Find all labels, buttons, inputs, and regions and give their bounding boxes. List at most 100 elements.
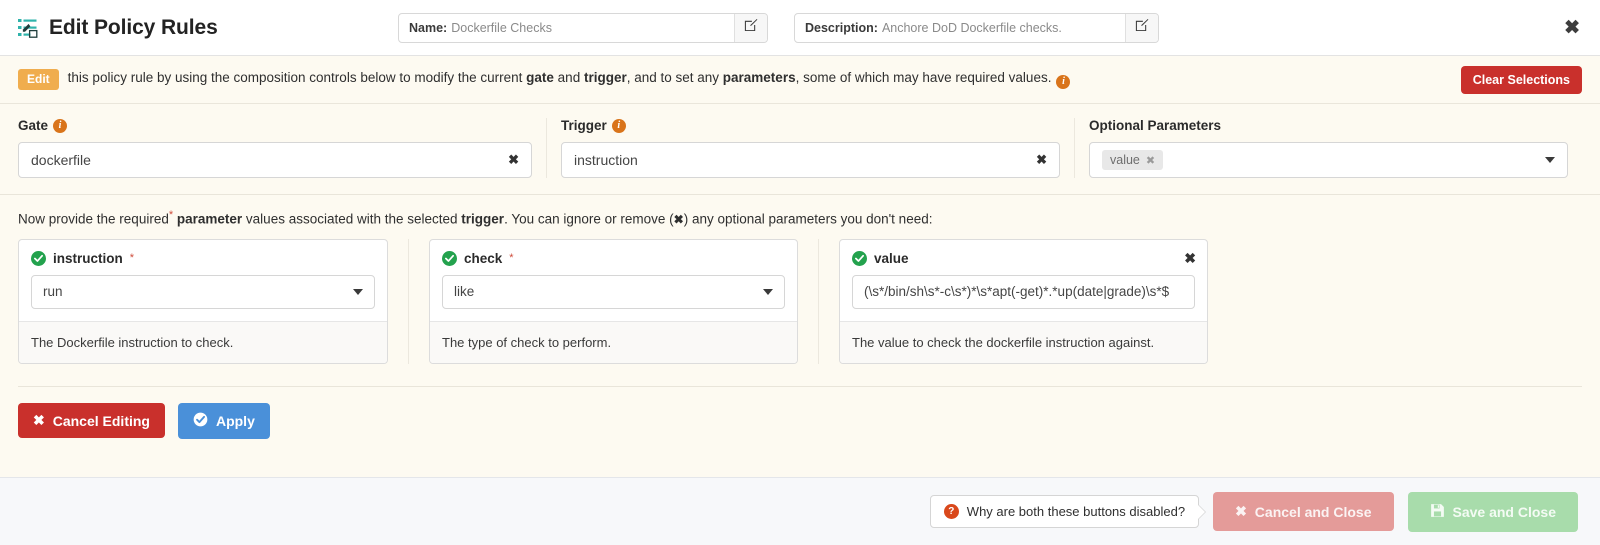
edit-policy-rules-page: Edit Policy Rules Name: Dockerfile Check… <box>0 0 1600 545</box>
edit-name-button[interactable] <box>734 13 767 42</box>
parameter-card-wrapper: value ✖ (\s*/bin/sh\s*-c\s*)*\s*apt(-get… <box>818 238 1228 364</box>
optional-parameters-chips: value ✖ <box>1102 150 1545 170</box>
apply-label: Apply <box>215 412 255 429</box>
param-intro-part2: values associated with the selected <box>242 211 462 227</box>
trigger-select[interactable]: instruction ✖ <box>561 142 1060 178</box>
trigger-value: instruction <box>574 152 638 168</box>
disabled-buttons-tooltip[interactable]: ? Why are both these buttons disabled? <box>929 495 1200 528</box>
header-fields: Name: Dockerfile Checks Description: Anc… <box>398 12 1159 43</box>
parameter-name: instruction <box>53 250 123 266</box>
required-star: * <box>509 252 514 264</box>
info-icon[interactable]: i <box>611 118 626 133</box>
chevron-down-icon[interactable] <box>763 288 773 295</box>
parameter-chip-label: value <box>1110 153 1140 167</box>
gate-value: dockerfile <box>31 152 91 168</box>
info-icon[interactable]: i <box>1056 75 1071 89</box>
optional-parameters-column: Optional Parameters value ✖ <box>1074 118 1582 178</box>
cancel-and-close-label: Cancel and Close <box>1254 503 1372 520</box>
cancel-and-close-button[interactable]: ✖ Cancel and Close <box>1213 492 1394 531</box>
param-intro-bold-trigger: trigger <box>461 211 505 227</box>
check-circle-icon <box>852 250 867 266</box>
value-text-input[interactable]: (\s*/bin/sh\s*-c\s*)*\s*apt(-get)*.*up(d… <box>852 274 1195 309</box>
list-edit-icon <box>18 18 40 38</box>
gate-label-row: Gate i <box>18 118 532 133</box>
gate-label: Gate <box>18 118 49 133</box>
parameter-card-wrapper: check * like The type of check to perfor… <box>408 238 818 364</box>
parameter-name: value <box>874 250 909 266</box>
policy-name-label: Name: <box>409 20 448 35</box>
parameter-card-head: value ✖ (\s*/bin/sh\s*-c\s*)*\s*apt(-get… <box>840 240 1207 321</box>
optional-parameters-label: Optional Parameters <box>1089 118 1222 133</box>
instruction-bold-parameters: parameters <box>722 70 796 85</box>
instruction-text: this policy rule by using the compositio… <box>68 70 1071 89</box>
policy-description-text: Description: Anchore DoD Dockerfile chec… <box>795 14 1125 42</box>
selector-row: Gate i dockerfile ✖ Trigger i instructio… <box>0 104 1600 195</box>
parameter-card-head: instruction * run <box>19 240 387 321</box>
optional-parameters-multiselect[interactable]: value ✖ <box>1089 142 1568 178</box>
title-group: Edit Policy Rules <box>18 16 398 40</box>
parameter-description: The type of check to perform. <box>430 320 797 363</box>
param-intro-part1: Now provide the required <box>18 211 169 227</box>
parameter-description: The Dockerfile instruction to check. <box>19 320 387 363</box>
check-value-select[interactable]: like <box>442 274 785 309</box>
gate-select[interactable]: dockerfile ✖ <box>18 142 532 178</box>
instruction-text-part4: , some of which may have required values… <box>795 70 1052 85</box>
trigger-label-row: Trigger i <box>561 118 1060 133</box>
instruction-text-part3: , and to set any <box>626 70 723 85</box>
param-intro-part3: . You can ignore or remove ( <box>504 211 674 227</box>
close-icon: ✖ <box>33 412 45 428</box>
parameter-chip-remove-icon[interactable]: ✖ <box>1146 154 1155 167</box>
policy-description-value: Anchore DoD Dockerfile checks. <box>881 20 1062 35</box>
page-header: Edit Policy Rules Name: Dockerfile Check… <box>0 0 1600 56</box>
edit-description-button[interactable] <box>1125 13 1158 42</box>
pencil-square-icon <box>1135 18 1149 37</box>
policy-name-field[interactable]: Name: Dockerfile Checks <box>398 12 768 43</box>
disabled-buttons-tooltip-label: Why are both these buttons disabled? <box>966 504 1186 519</box>
trigger-clear-icon[interactable]: ✖ <box>1036 152 1047 168</box>
chevron-down-icon[interactable] <box>353 288 363 295</box>
instruction-text-part1: this policy rule by using the compositio… <box>67 70 527 85</box>
instruction-value: run <box>43 284 63 299</box>
parameter-card-head: check * like <box>430 240 797 321</box>
trigger-column: Trigger i instruction ✖ <box>546 118 1074 178</box>
page-title: Edit Policy Rules <box>49 15 218 39</box>
parameter-name: check <box>464 250 503 266</box>
instruction-text-part2: and <box>553 70 584 85</box>
close-icon[interactable]: ✖ <box>1564 18 1580 37</box>
parameter-card-title-row: value <box>852 250 1195 266</box>
remove-icon-inline: ✖ <box>673 212 684 227</box>
info-icon[interactable]: i <box>53 118 68 133</box>
required-star: * <box>129 252 135 264</box>
pencil-square-icon <box>744 18 758 37</box>
policy-name-value: Dockerfile Checks <box>451 20 552 35</box>
trigger-label: Trigger <box>561 118 607 133</box>
clear-selections-button[interactable]: Clear Selections <box>1460 65 1582 94</box>
policy-description-field[interactable]: Description: Anchore DoD Dockerfile chec… <box>794 12 1159 43</box>
close-icon: ✖ <box>1235 503 1247 519</box>
action-row: ✖ Cancel Editing Apply <box>18 385 1582 439</box>
policy-description-label: Description: <box>805 20 878 35</box>
policy-name-text: Name: Dockerfile Checks <box>399 14 734 42</box>
chevron-down-icon[interactable] <box>1545 157 1555 163</box>
parameter-cards: instruction * run The Dockerfile instruc… <box>0 237 1600 364</box>
parameter-card-instruction: instruction * run The Dockerfile instruc… <box>18 238 388 364</box>
parameter-card-wrapper: instruction * run The Dockerfile instruc… <box>18 238 408 364</box>
parameter-card-check: check * like The type of check to perfor… <box>429 238 798 364</box>
cancel-editing-button[interactable]: ✖ Cancel Editing <box>18 403 165 438</box>
value-text: (\s*/bin/sh\s*-c\s*)*\s*apt(-get)*.*up(d… <box>864 284 1170 299</box>
edit-badge: Edit <box>18 69 59 90</box>
save-disk-icon <box>1430 503 1445 521</box>
check-circle-icon <box>31 250 46 266</box>
parameter-description: The value to check the dockerfile instru… <box>840 320 1207 363</box>
remove-parameter-button[interactable]: ✖ <box>1184 250 1196 267</box>
instruction-value-select[interactable]: run <box>31 274 375 309</box>
param-intro-part4: ) any optional parameters you don't need… <box>683 211 933 227</box>
optional-parameters-label-row: Optional Parameters <box>1089 118 1568 133</box>
instruction-bold-gate: gate <box>526 70 554 85</box>
parameter-chip[interactable]: value ✖ <box>1102 150 1164 170</box>
page-footer: ? Why are both these buttons disabled? ✖… <box>0 477 1600 545</box>
save-and-close-button[interactable]: Save and Close <box>1407 491 1578 532</box>
apply-button[interactable]: Apply <box>177 402 270 439</box>
gate-clear-icon[interactable]: ✖ <box>508 152 519 168</box>
param-intro-bold-parameter: parameter <box>173 211 243 227</box>
